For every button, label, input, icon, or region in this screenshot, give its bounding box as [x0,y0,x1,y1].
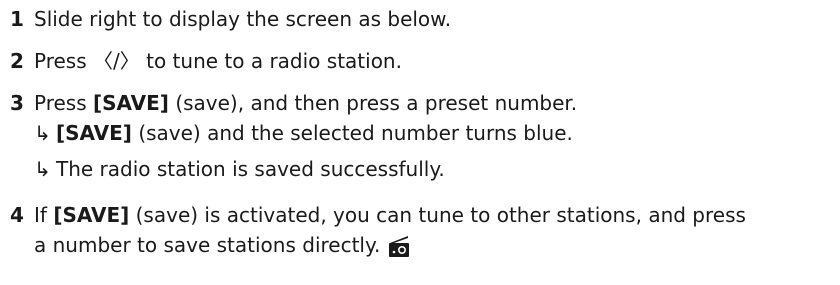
step-4: 4 If [SAVE] (save) is activated, you can… [10,200,836,230]
result-text: ↳ [SAVE] (save) and the selected number t… [34,118,573,148]
result-text-body: The radio station is saved successfully. [56,157,445,181]
step-text-pre: Press [34,49,87,73]
step-text-pre: Press [34,91,87,115]
step-number: 3 [10,91,24,115]
step-text-post: (save) is activated, you can tune to oth… [135,203,746,227]
left-glyph-icon: 〈 [93,49,113,73]
step-1: 1 Slide right to display the screen as b… [10,4,836,34]
step-text: Press [SAVE] (save), and then press a pr… [34,88,577,118]
instruction-steps: 1 Slide right to display the screen as b… [10,4,836,260]
step-text-post: to tune to a radio station. [146,49,402,73]
step-number: 2 [10,49,24,73]
step-3-result-2: ↳ The radio station is saved successfully… [10,154,836,184]
step-text: Press 〈/〉 to tune to a radio station. [34,46,402,76]
result-arrow-icon: ↳ [34,121,51,145]
step-3-result-1: ↳ [SAVE] (save) and the selected number t… [10,118,836,148]
result-text-body: (save) and the selected number turns blu… [138,121,573,145]
result-arrow-icon: ↳ [34,157,51,181]
step-text-pre: If [34,203,47,227]
save-button-label: [SAVE] [56,121,132,145]
step-text: Slide right to display the screen as bel… [34,7,452,31]
step-4-continued: a number to save stations directly. [10,230,836,260]
step-3: 3 Press [SAVE] (save), and then press a … [10,88,836,118]
glyph-separator: / [113,49,120,73]
radio-icon [388,234,410,258]
step-2: 2 Press 〈/〉 to tune to a radio station. [10,46,836,76]
step-text: If [SAVE] (save) is activated, you can t… [34,200,746,230]
save-button-label: [SAVE] [53,203,130,227]
step-text-post: (save), and then press a preset number. [175,91,578,115]
step-text-line2: a number to save stations directly. [34,230,410,260]
step-number: 4 [10,203,24,227]
save-button-label: [SAVE] [93,91,169,115]
result-text: ↳ The radio station is saved successfully… [34,154,445,184]
right-glyph-icon: 〉 [119,49,140,73]
step-number: 1 [10,7,24,31]
